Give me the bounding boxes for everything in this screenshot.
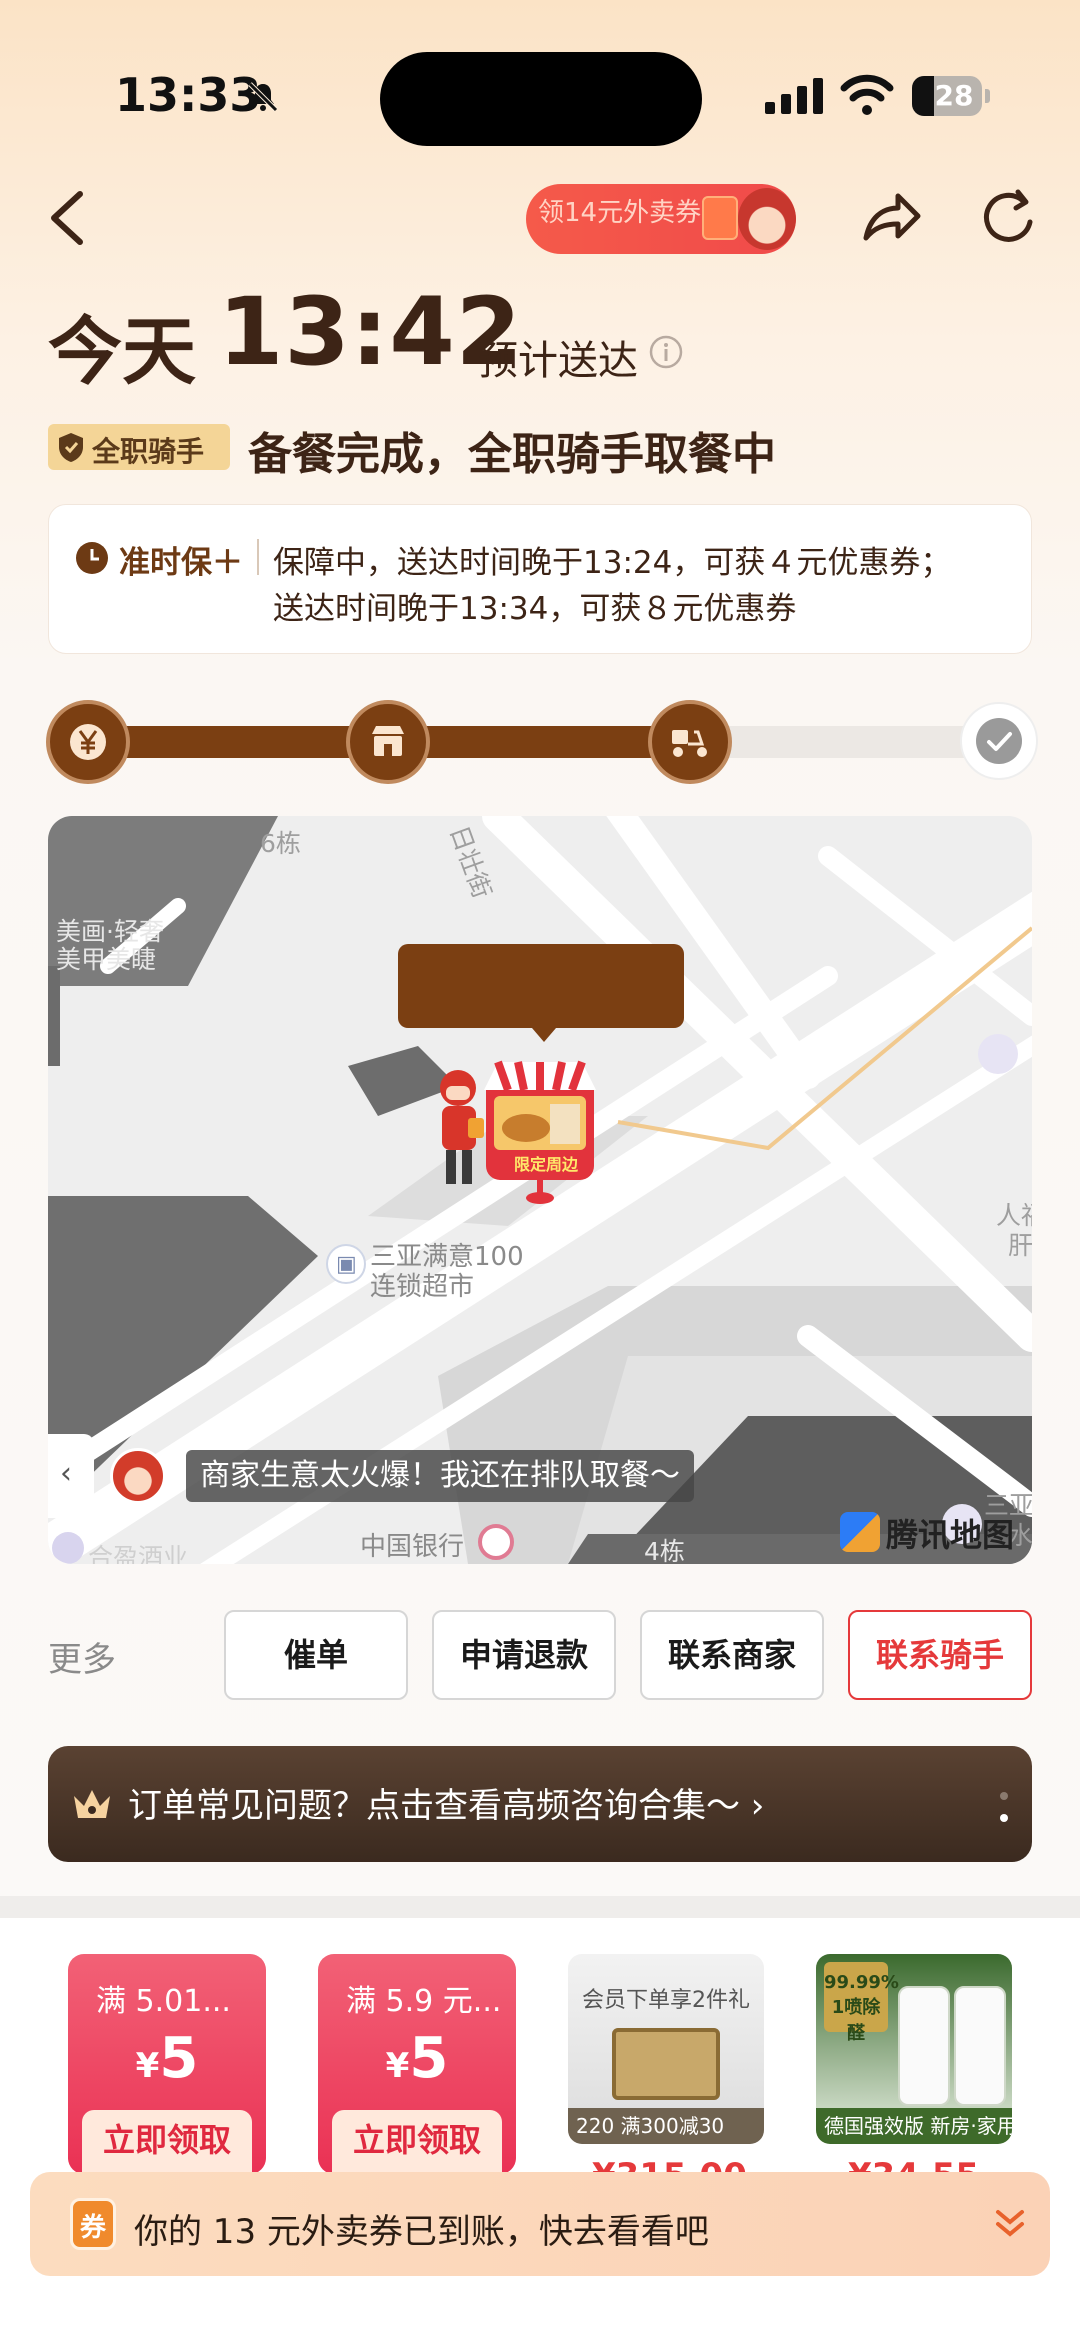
product-image — [612, 2028, 720, 2100]
store-sign-text: 限定周边 — [514, 1155, 579, 1174]
yuan-icon — [70, 724, 106, 760]
step-merchant — [346, 700, 430, 784]
store-icon — [372, 726, 404, 756]
crown-icon — [74, 1790, 110, 1818]
map-label-right-2: 肝 — [1008, 1231, 1032, 1260]
chevron-down-icon[interactable] — [990, 2206, 1030, 2242]
coupon-condition: 满 5.9 元... — [346, 1984, 502, 2019]
rider-avatar[interactable] — [110, 1448, 166, 1504]
back-arrow-icon[interactable] — [40, 186, 96, 250]
status-bar: 13:33 28 — [0, 0, 1080, 150]
map-collapse-button[interactable]: ‹ — [48, 1434, 94, 1518]
faq-text: 订单常见问题？点击查看高频咨询合集～ › — [128, 1786, 765, 1826]
clock-icon — [76, 542, 108, 574]
ontime-title: 准时保＋ — [119, 545, 243, 581]
store-pin-icon: 限定周边 — [484, 1060, 596, 1204]
faq-banner[interactable]: 订单常见问题？点击查看高频咨询合集～ › — [48, 1746, 1032, 1862]
section-divider — [0, 1896, 1080, 1918]
bank-poi-icon[interactable] — [478, 1524, 514, 1560]
map-tooltip — [398, 944, 684, 1042]
scooter-icon — [672, 730, 707, 757]
delivery-map[interactable]: 6栋 日壮街 美画·轻奢 美甲美睫 三亚满意100 连锁超市 中国银行 4栋 合… — [48, 816, 1032, 1564]
more-menu[interactable]: 更多 — [48, 1632, 116, 1681]
status-time: 13:33 — [115, 68, 262, 122]
promo-text: 领14元外卖券 — [538, 198, 702, 228]
coupon-amount: ¥5 — [135, 2026, 199, 2091]
wifi-icon — [840, 74, 894, 115]
shield-icon — [59, 433, 83, 462]
product-caption: 德国强效版 新房·家用·急入住 — [816, 2108, 1012, 2144]
ontime-line-2: 送达时间晚于13:34，可获８元优惠券 — [273, 591, 797, 627]
step-paid — [46, 700, 130, 784]
mascot-avatar — [738, 188, 796, 250]
claim-coupon-button[interactable]: 立即领取 — [82, 2110, 252, 2174]
battery-icon: 28 — [912, 76, 990, 116]
urge-order-button[interactable]: 催单 — [224, 1610, 408, 1700]
product-image — [898, 1986, 950, 2106]
request-refund-button[interactable]: 申请退款 — [432, 1610, 616, 1700]
coupon-icon: 券 — [70, 2198, 116, 2250]
map-label-bank: 中国银行 — [360, 1532, 465, 1562]
info-icon[interactable] — [648, 334, 684, 370]
battery-level: 28 — [934, 79, 974, 112]
product-caption: 220 满300减30 — [568, 2108, 764, 2144]
carousel-indicator — [1000, 1792, 1008, 1822]
map-label-building4: 4栋 — [644, 1537, 685, 1564]
product-badge: 99.99% 1喷除醛 — [824, 1962, 899, 2044]
coupon-amount: ¥5 — [385, 2026, 449, 2091]
map-label-building6: 6栋 — [260, 829, 301, 858]
chevron-left-icon: ‹ — [60, 1456, 72, 1491]
step-delivering — [648, 700, 732, 784]
product-image — [954, 1986, 1006, 2106]
map-provider-logo: 腾讯地图 — [840, 1506, 1026, 1554]
eta-day: 今天 — [48, 309, 196, 395]
map-label-shop-2: 美甲美睫 — [56, 945, 157, 974]
check-icon — [987, 732, 1012, 751]
step-delivered — [960, 702, 1038, 780]
rider-badge-label: 全职骑手 — [92, 435, 205, 468]
rider-type-badge: 全职骑手 — [48, 424, 230, 470]
map-label-market-2: 连锁超市 — [370, 1272, 475, 1302]
coupon-card[interactable]: 满 5.01... ¥5 立即领取 — [68, 1954, 266, 2174]
red-envelope-icon — [702, 196, 738, 240]
claim-coupon-button[interactable]: 立即领取 — [332, 2110, 502, 2174]
poi-marker[interactable] — [978, 1034, 1018, 1074]
eta-label: 预计送达 — [478, 338, 638, 384]
coupon-condition: 满 5.01... — [96, 1984, 231, 2019]
eta-time: 13:42 — [218, 278, 523, 387]
product-promo-title: 会员下单享2件礼 — [582, 1988, 750, 2013]
rider-message-bubble: 商家生意太火爆！我还在排队取餐～ — [186, 1450, 694, 1502]
map-provider-name: 腾讯地图 — [886, 1516, 1015, 1554]
product-card[interactable]: 99.99% 1喷除醛 德国强效版 新房·家用·急入住 — [816, 1954, 1012, 2144]
product-card[interactable]: 会员下单享2件礼 220 满300减30 — [568, 1954, 764, 2144]
share-icon[interactable] — [858, 184, 924, 250]
promo-coupon-pill[interactable]: 领14元外卖券 — [526, 184, 796, 254]
supermarket-poi-icon[interactable]: ▣ — [326, 1244, 366, 1284]
signal-icon — [765, 78, 823, 114]
dynamic-island — [380, 52, 702, 146]
refresh-icon[interactable] — [978, 186, 1040, 248]
ontime-guarantee-card[interactable]: 准时保＋ 保障中，送达时间晚于13:24，可获４元优惠券； 送达时间晚于13:3… — [48, 504, 1032, 654]
coupon-arrival-toast[interactable]: 券 你的 13 元外卖券已到账，快去看看吧 — [30, 2172, 1050, 2276]
contact-rider-button[interactable]: 联系骑手 — [848, 1610, 1032, 1700]
tencent-map-icon — [840, 1512, 880, 1552]
divider — [257, 539, 259, 575]
toast-text: 你的 13 元外卖券已到账，快去看看吧 — [134, 2212, 709, 2252]
ontime-line-1: 保障中，送达时间晚于13:24，可获４元优惠券； — [273, 545, 952, 581]
contact-merchant-button[interactable]: 联系商家 — [640, 1610, 824, 1700]
coupon-card[interactable]: 满 5.9 元... ¥5 立即领取 — [318, 1954, 516, 2174]
order-status-text: 备餐完成，全职骑手取餐中 — [248, 429, 776, 480]
poi-marker[interactable] — [52, 1532, 84, 1564]
map-label-hotel: 合盈酒业 — [88, 1543, 189, 1564]
bell-slash-icon — [248, 82, 278, 112]
